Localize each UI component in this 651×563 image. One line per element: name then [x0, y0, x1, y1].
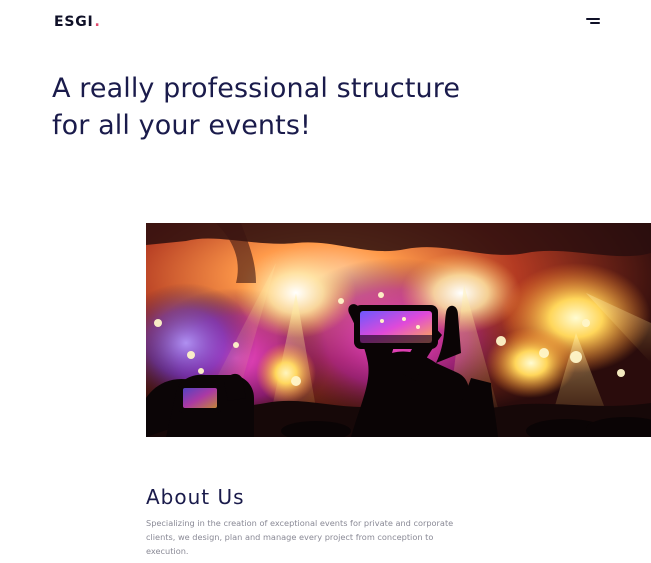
- page: ESGI . A really professional structure f…: [0, 0, 651, 563]
- logo[interactable]: ESGI .: [54, 14, 101, 30]
- concert-illustration: [146, 223, 651, 437]
- hero-title: A really professional structure for all …: [52, 70, 492, 144]
- about-title: About Us: [146, 485, 245, 509]
- hero-image: [146, 223, 651, 437]
- logo-text: ESGI: [54, 14, 94, 30]
- menu-line-top: [586, 18, 600, 20]
- about-description: Specializing in the creation of exceptio…: [146, 518, 454, 556]
- logo-dot: .: [94, 14, 101, 30]
- hamburger-menu-icon[interactable]: [582, 14, 600, 28]
- menu-line-bottom: [590, 22, 600, 24]
- hero-title-line-2: for all your events!: [52, 110, 311, 141]
- hero-title-line-1: A really professional structure: [52, 73, 461, 104]
